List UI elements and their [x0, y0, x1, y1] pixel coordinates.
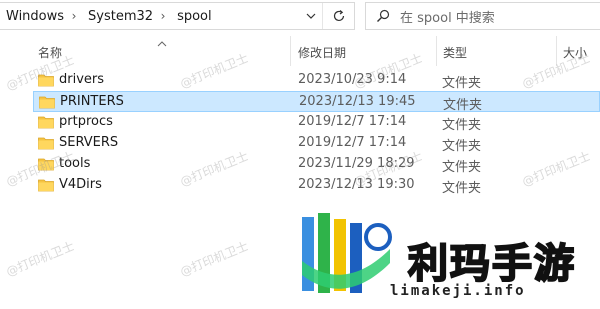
logo-mark-icon: [302, 213, 392, 293]
refresh-icon[interactable]: [322, 3, 355, 29]
search-input[interactable]: 在 spool 中搜索: [400, 7, 495, 26]
column-header: 名称 修改日期 类型 大小: [0, 36, 600, 66]
toolbar: Windows › System32 › spool 在 spool 中搜索: [0, 0, 600, 32]
column-modified[interactable]: 修改日期: [298, 44, 346, 61]
file-name: PRINTERS: [60, 94, 124, 109]
list-item[interactable]: tools 2023/11/29 18:29 文件夹: [33, 154, 600, 175]
folder-icon: [38, 178, 54, 192]
column-type[interactable]: 类型: [443, 44, 467, 61]
file-modified: 2019/12/7 17:14: [298, 114, 407, 129]
address-bar[interactable]: Windows › System32 › spool: [0, 2, 355, 30]
chevron-down-icon[interactable]: [300, 3, 322, 29]
list-item[interactable]: V4Dirs 2023/12/13 19:30 文件夹: [33, 175, 600, 196]
file-modified: 2023/12/13 19:45: [299, 94, 416, 109]
list-item-selected[interactable]: PRINTERS 2023/12/13 19:45 文件夹: [33, 91, 600, 113]
file-name: prtprocs: [59, 114, 113, 129]
breadcrumb-spool[interactable]: spool: [171, 9, 214, 24]
file-type: 文件夹: [442, 160, 482, 175]
column-divider[interactable]: [436, 36, 437, 66]
list-item[interactable]: SERVERS 2019/12/7 17:14 文件夹: [33, 133, 600, 154]
file-type: 文件夹: [443, 98, 483, 113]
file-type: 文件夹: [442, 76, 482, 91]
file-name: drivers: [59, 72, 105, 87]
file-type: 文件夹: [442, 118, 482, 133]
chevron-right-icon[interactable]: ›: [155, 9, 171, 23]
breadcrumb-system32[interactable]: System32: [82, 9, 155, 24]
file-type: 文件夹: [442, 139, 482, 154]
logo-url: limakeji.info: [390, 283, 526, 299]
folder-icon: [39, 95, 55, 109]
overlay-logo: 利玛手游 limakeji.info: [298, 203, 600, 309]
search-box[interactable]: 在 spool 中搜索: [365, 2, 600, 30]
folder-icon: [38, 136, 54, 150]
file-type: 文件夹: [442, 181, 482, 196]
breadcrumb-windows[interactable]: Windows: [0, 9, 66, 24]
chevron-right-icon[interactable]: ›: [66, 9, 82, 23]
watermark: @打印机卫士: [4, 238, 77, 279]
list-item[interactable]: drivers 2023/10/23 9:14 文件夹: [33, 70, 600, 91]
folder-icon: [38, 115, 54, 129]
list-item[interactable]: prtprocs 2019/12/7 17:14 文件夹: [33, 112, 600, 133]
logo-title: 利玛手游: [407, 239, 576, 288]
file-modified: 2019/12/7 17:14: [298, 135, 407, 150]
column-divider[interactable]: [290, 36, 291, 66]
search-icon: [366, 9, 400, 23]
sort-ascending-icon: [157, 36, 167, 50]
watermark: @打印机卫士: [178, 238, 251, 279]
file-name: V4Dirs: [59, 177, 102, 192]
